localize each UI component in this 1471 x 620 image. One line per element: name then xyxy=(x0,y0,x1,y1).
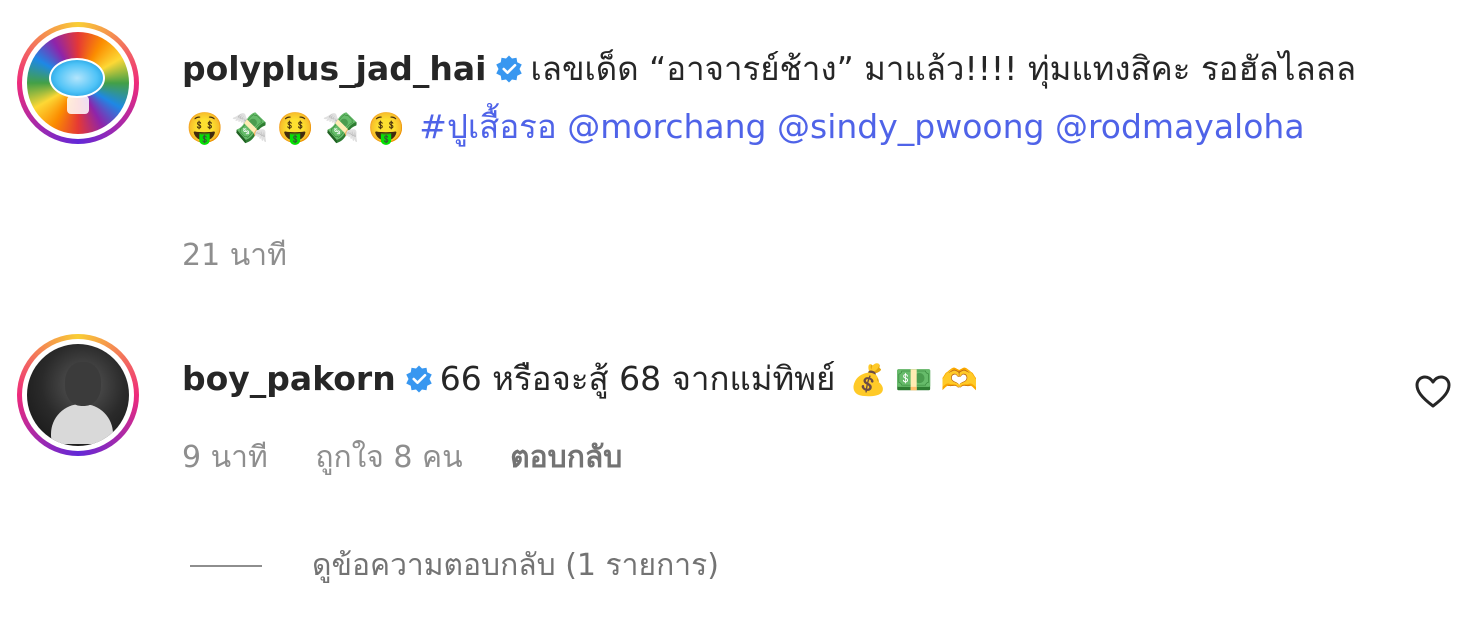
avatar[interactable] xyxy=(17,334,139,456)
spinning-wheel-logo-icon xyxy=(27,32,129,134)
comment-meta: 21 นาที xyxy=(182,232,325,279)
username[interactable]: boy_pakorn xyxy=(182,359,396,398)
user-photo-icon xyxy=(27,344,129,446)
mention-link[interactable]: @morchang xyxy=(567,107,766,146)
money-with-wings-icon: 💸 xyxy=(322,111,360,146)
comment-meta: 9 นาที ถูกใจ 8 คน ตอบกลับ xyxy=(182,434,660,481)
money-mouth-face-icon: 🤑 xyxy=(186,111,224,146)
heart-hands-icon: 🫶 xyxy=(940,363,978,398)
comment-text: polyplus_jad_hai เลขเด็ด “อาจารย์ช้าง” มา… xyxy=(182,40,1391,158)
reply-button[interactable]: ตอบกลับ xyxy=(510,440,622,475)
divider xyxy=(190,564,262,567)
verified-badge-icon xyxy=(405,365,432,393)
money-with-wings-icon: 💸 xyxy=(231,111,269,146)
comment-time[interactable]: 21 นาที xyxy=(182,238,287,273)
avatar[interactable] xyxy=(17,22,139,144)
comment-time[interactable]: 9 นาที xyxy=(182,440,268,475)
likes-count[interactable]: ถูกใจ 8 คน xyxy=(315,440,462,475)
banknote-icon: 💵 xyxy=(895,363,933,398)
hashtag-link[interactable]: #ปูเสื้อรอ xyxy=(419,107,556,146)
money-mouth-face-icon: 🤑 xyxy=(276,111,315,146)
money-mouth-face-icon: 🤑 xyxy=(367,111,405,146)
view-replies-label: ดูข้อความตอบกลับ (1 รายการ) xyxy=(312,548,719,583)
comment-text: boy_pakorn 66 หรือจะสู้ 68 จากแม่ทิพย์ 💰 💵… xyxy=(182,350,1391,410)
comment-item: polyplus_jad_hai เลขเด็ด “อาจารย์ช้าง” มา… xyxy=(0,0,1471,300)
like-heart-icon[interactable] xyxy=(1413,372,1453,412)
mention-link[interactable]: @rodmayaloha xyxy=(1055,107,1305,146)
view-replies-button[interactable]: ดูข้อความตอบกลับ (1 รายการ) xyxy=(190,542,719,589)
verified-badge-icon xyxy=(496,55,523,83)
comment-body: 66 หรือจะสู้ 68 จากแม่ทิพย์ xyxy=(439,359,836,398)
username[interactable]: polyplus_jad_hai xyxy=(182,49,486,88)
mention-link[interactable]: @sindy_pwoong xyxy=(777,107,1044,146)
comment-body: เลขเด็ด “อาจารย์ช้าง” มาแล้ว!!!! ทุ่มแทง… xyxy=(530,49,1357,88)
money-bag-icon: 💰 xyxy=(849,363,888,398)
